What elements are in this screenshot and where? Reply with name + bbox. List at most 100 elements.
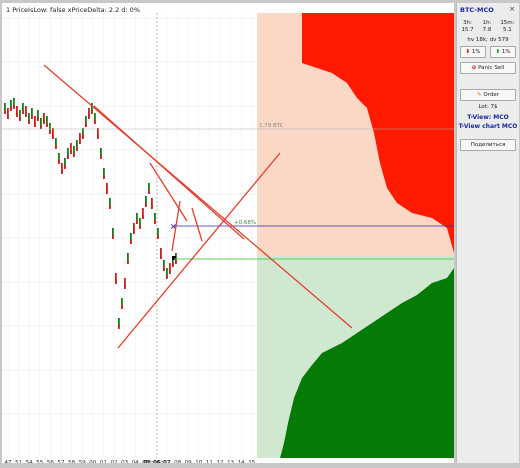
x-tick-label: 55 — [36, 460, 43, 463]
x-tick-label: 15 — [248, 460, 255, 463]
candle — [25, 113, 27, 117]
pencil-icon: ✎ — [477, 92, 482, 98]
panic-sell-button[interactable]: ⊘ Panic Sell — [460, 62, 516, 74]
candle — [40, 125, 42, 129]
candle — [76, 147, 78, 151]
x-tick-label: 12 — [217, 460, 224, 463]
candle — [115, 280, 117, 284]
candle — [100, 155, 102, 159]
candle — [160, 255, 162, 259]
x-axis: 47 51 54 55 56 57 58 59 00 01 02 03 04 05 06 07 08 09 10 11… — [5, 460, 256, 463]
trend-line — [191, 207, 203, 242]
x-tick-label: 47 — [5, 460, 12, 463]
timeframe-1h: 1h: 7.8 — [482, 20, 492, 33]
percent-down-button[interactable]: ⬇ 1% — [460, 46, 486, 58]
candle — [142, 215, 144, 219]
candle — [94, 120, 96, 124]
candle — [70, 150, 72, 154]
candle — [55, 145, 57, 149]
tview-link[interactable]: T-View: MCO — [457, 114, 519, 121]
candle — [169, 270, 171, 274]
x-tick-label: 59 — [79, 460, 86, 463]
candle — [67, 155, 69, 159]
candle — [85, 123, 87, 127]
candle — [145, 203, 147, 207]
candle — [154, 220, 156, 224]
candle — [97, 135, 99, 139]
x-tick-label: 56 — [47, 460, 54, 463]
candle — [34, 123, 36, 127]
tview-chart-link[interactable]: T-View chart MCO — [457, 123, 519, 130]
x-tick-label: 10 — [195, 460, 202, 463]
chart-svg[interactable]: 1.79 BTC+0.68%× 47 51 54 55 56 57 58 59 00 01 02 03… — [2, 3, 454, 463]
candle — [37, 117, 39, 121]
candle — [7, 115, 9, 119]
candles — [4, 98, 177, 329]
x-tick-label: 57 — [58, 460, 65, 463]
order-book-depth — [257, 13, 454, 458]
pair-title: BTC-MCO — [460, 6, 494, 14]
candle — [124, 285, 126, 289]
share-button[interactable]: Поделиться — [460, 139, 516, 151]
percent-up-button[interactable]: ⬆ 1% — [490, 46, 516, 58]
candle — [73, 153, 75, 157]
timeframe-stats: 3h: 15.7 1h: 7.8 15m: 5.1 — [457, 20, 519, 34]
x-tick-label: 54 — [26, 460, 33, 463]
candle — [163, 267, 165, 271]
x-tick-label: 09 — [185, 460, 192, 463]
percent-buttons: ⬇ 1% ⬆ 1% — [460, 46, 516, 58]
candle — [16, 113, 18, 117]
current-time-label: 08:06:07 — [143, 460, 171, 463]
candle — [10, 107, 12, 111]
candle — [103, 175, 105, 179]
candle — [79, 140, 81, 144]
no-entry-icon: ⊘ — [471, 65, 477, 71]
candle — [157, 235, 159, 239]
candle — [28, 120, 30, 124]
candle — [130, 240, 132, 244]
candle — [91, 110, 93, 114]
candle — [166, 275, 168, 279]
candle — [52, 135, 54, 139]
candle — [22, 110, 24, 114]
x-tick-label: 11 — [206, 460, 213, 463]
candle — [109, 205, 111, 209]
x-tick-label: 03 — [121, 460, 128, 463]
timeframe-3h: 3h: 15.7 — [461, 20, 474, 33]
candle — [13, 105, 15, 109]
x-tick-label: 02 — [111, 460, 118, 463]
app-window: 1.79 BTC +0.68% × 47 51 54 55 56 57 58 59 00 01 02 03… — [0, 0, 520, 468]
trend-line — [93, 105, 245, 240]
chart-area[interactable]: 1.79 BTC +0.68% × 47 51 54 55 56 57 58 59 00 01 02 03… — [2, 3, 454, 463]
arrow-up-icon: ⬆ — [495, 49, 501, 55]
x-tick-label: 01 — [100, 460, 107, 463]
close-icon[interactable]: × — [508, 5, 516, 13]
candle — [121, 305, 123, 309]
candle — [151, 205, 153, 209]
candle — [4, 110, 6, 114]
chart-title: 1 PriceIsLow: false xPriceDelta: 2.2 d: … — [6, 6, 140, 14]
right-panel: BTC-MCO × 3h: 15.7 1h: 7.8 15m: 5.1 hv 1… — [456, 3, 519, 463]
x-tick-label: 58 — [68, 460, 75, 463]
x-tick-label: 04 — [132, 460, 139, 463]
candle — [172, 263, 174, 267]
candle — [148, 190, 150, 194]
candle — [46, 123, 48, 127]
percent-level-label: +0.68% — [234, 220, 256, 226]
volume-text: hv 18k; dv 579 — [467, 37, 509, 43]
candle — [175, 260, 177, 264]
candle — [43, 120, 45, 124]
candle — [82, 135, 84, 139]
candle — [64, 165, 66, 169]
order-button[interactable]: ✎ Order — [460, 89, 516, 101]
arrow-down-icon: ⬇ — [465, 49, 471, 55]
x-tick-label: 14 — [238, 460, 245, 463]
candle — [112, 235, 114, 239]
candle — [61, 170, 63, 174]
x-tick-label: 13 — [227, 460, 234, 463]
candle — [106, 190, 108, 194]
candle — [31, 115, 33, 119]
candle — [139, 225, 141, 229]
x-tick-label: 00 — [89, 460, 96, 463]
btc-level-label: 1.79 BTC — [259, 123, 284, 129]
